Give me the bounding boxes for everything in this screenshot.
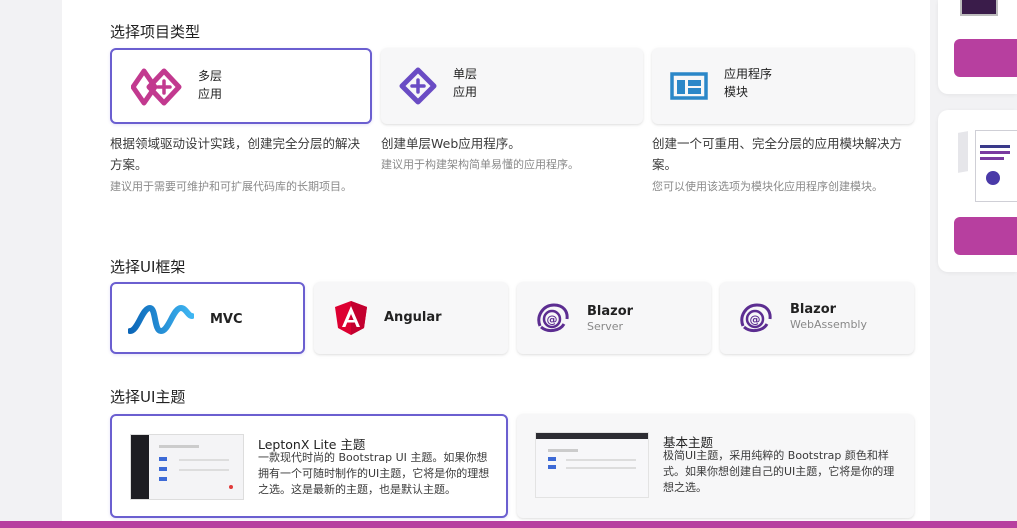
ui-framework-name: MVC [210, 312, 243, 327]
project-type-desc: 创建一个可重用、完全分层的应用模块解决方案。 [652, 136, 903, 172]
book-page-image [958, 131, 968, 173]
thumbnail-dot [229, 485, 233, 489]
thumbnail-line [179, 459, 229, 461]
single-layer-icon [399, 67, 437, 105]
layered-app-icon [131, 68, 182, 106]
thumbnail-line [566, 467, 636, 469]
ui-theme-basic[interactable]: 基本主题 极简UI主题，采用纯粹的 Bootstrap 颜色和样式。如果你想创建… [517, 414, 914, 518]
ui-framework-blazor-webassembly[interactable]: @ Blazor WebAssembly [720, 282, 914, 354]
book-title-line [980, 157, 1004, 160]
thumbnail-topbar [536, 433, 648, 439]
project-type-label-line2: 模块 [724, 85, 749, 99]
dotnet-mvc-icon [128, 304, 194, 334]
ui-framework-sub: WebAssembly [790, 318, 867, 331]
project-type-label-line2: 应用 [198, 87, 223, 101]
basic-theme-preview-thumbnail [535, 432, 649, 498]
project-type-module[interactable]: 应用程序 模块 [652, 48, 914, 124]
book-graphic [986, 171, 1000, 185]
leptonx-preview-thumbnail [130, 434, 244, 500]
side-promo-button-top[interactable] [954, 39, 1017, 77]
book-title-line [980, 145, 1010, 148]
book-cover-image [960, 0, 998, 16]
project-type-sub: 建议用于构建架构简单易懂的应用程序。 [381, 158, 579, 171]
thumbnail-chip [548, 465, 556, 469]
thumbnail-line [548, 449, 578, 452]
project-type-label-line1: 应用程序 [724, 67, 773, 81]
thumbnail-line [566, 459, 636, 461]
thumbnail-line [159, 445, 199, 448]
project-type-desc: 创建单层Web应用程序。 [381, 136, 521, 151]
project-type-label-line1: 多层 [198, 69, 223, 83]
section-title-ui-theme: 选择UI主题 [110, 388, 186, 406]
book-cover-image [975, 130, 1017, 202]
project-type-layered[interactable]: 多层 应用 [110, 48, 372, 124]
side-promo-button-bottom[interactable] [954, 217, 1017, 255]
project-type-sub: 您可以使用该选项为模块化应用程序创建模块。 [652, 180, 883, 193]
ui-framework-name: Angular [384, 310, 442, 325]
project-type-label-line2: 应用 [453, 85, 478, 99]
bottom-accent-bar [0, 521, 1017, 528]
svg-text:@: @ [547, 313, 558, 326]
thumbnail-chip [548, 457, 556, 461]
section-title-project-type: 选择项目类型 [110, 23, 201, 41]
ui-framework-angular[interactable]: Angular [314, 282, 508, 354]
ui-theme-desc: 一款现代时尚的 Bootstrap UI 主题。如果你想拥有一个可随时制作的UI… [258, 451, 490, 496]
thumbnail-chip [159, 477, 167, 481]
module-icon [670, 72, 708, 100]
ui-framework-name: Blazor [790, 302, 837, 317]
section-title-ui-framework: 选择UI框架 [110, 258, 186, 276]
project-type-sub: 建议用于需要可维护和可扩展代码库的长期项目。 [110, 180, 352, 193]
blazor-icon: @ [537, 303, 569, 333]
book-title-line [980, 151, 1010, 154]
ui-framework-mvc[interactable]: MVC [110, 282, 305, 354]
ui-framework-sub: Server [587, 320, 624, 333]
ui-framework-blazor-server[interactable]: @ Blazor Server [517, 282, 711, 354]
ui-theme-desc: 极简UI主题，采用纯粹的 Bootstrap 颜色和样式。如果你想创建自己的UI… [663, 449, 895, 494]
project-type-desc: 根据领域驱动设计实践，创建完全分层的解决方案。 [110, 136, 361, 172]
thumbnail-chip [159, 467, 167, 471]
ui-framework-name: Blazor [587, 304, 634, 319]
svg-text:@: @ [750, 313, 761, 326]
thumbnail-sidebar [131, 435, 149, 499]
project-type-label-line1: 单层 [453, 67, 478, 81]
blazor-icon: @ [740, 303, 772, 333]
thumbnail-line [179, 469, 229, 471]
thumbnail-chip [159, 457, 167, 461]
ui-theme-leptonx-lite[interactable]: LeptonX Lite 主题 一款现代时尚的 Bootstrap UI 主题。… [110, 414, 508, 518]
angular-icon [335, 301, 367, 335]
project-type-single-layer[interactable]: 单层 应用 [381, 48, 643, 124]
